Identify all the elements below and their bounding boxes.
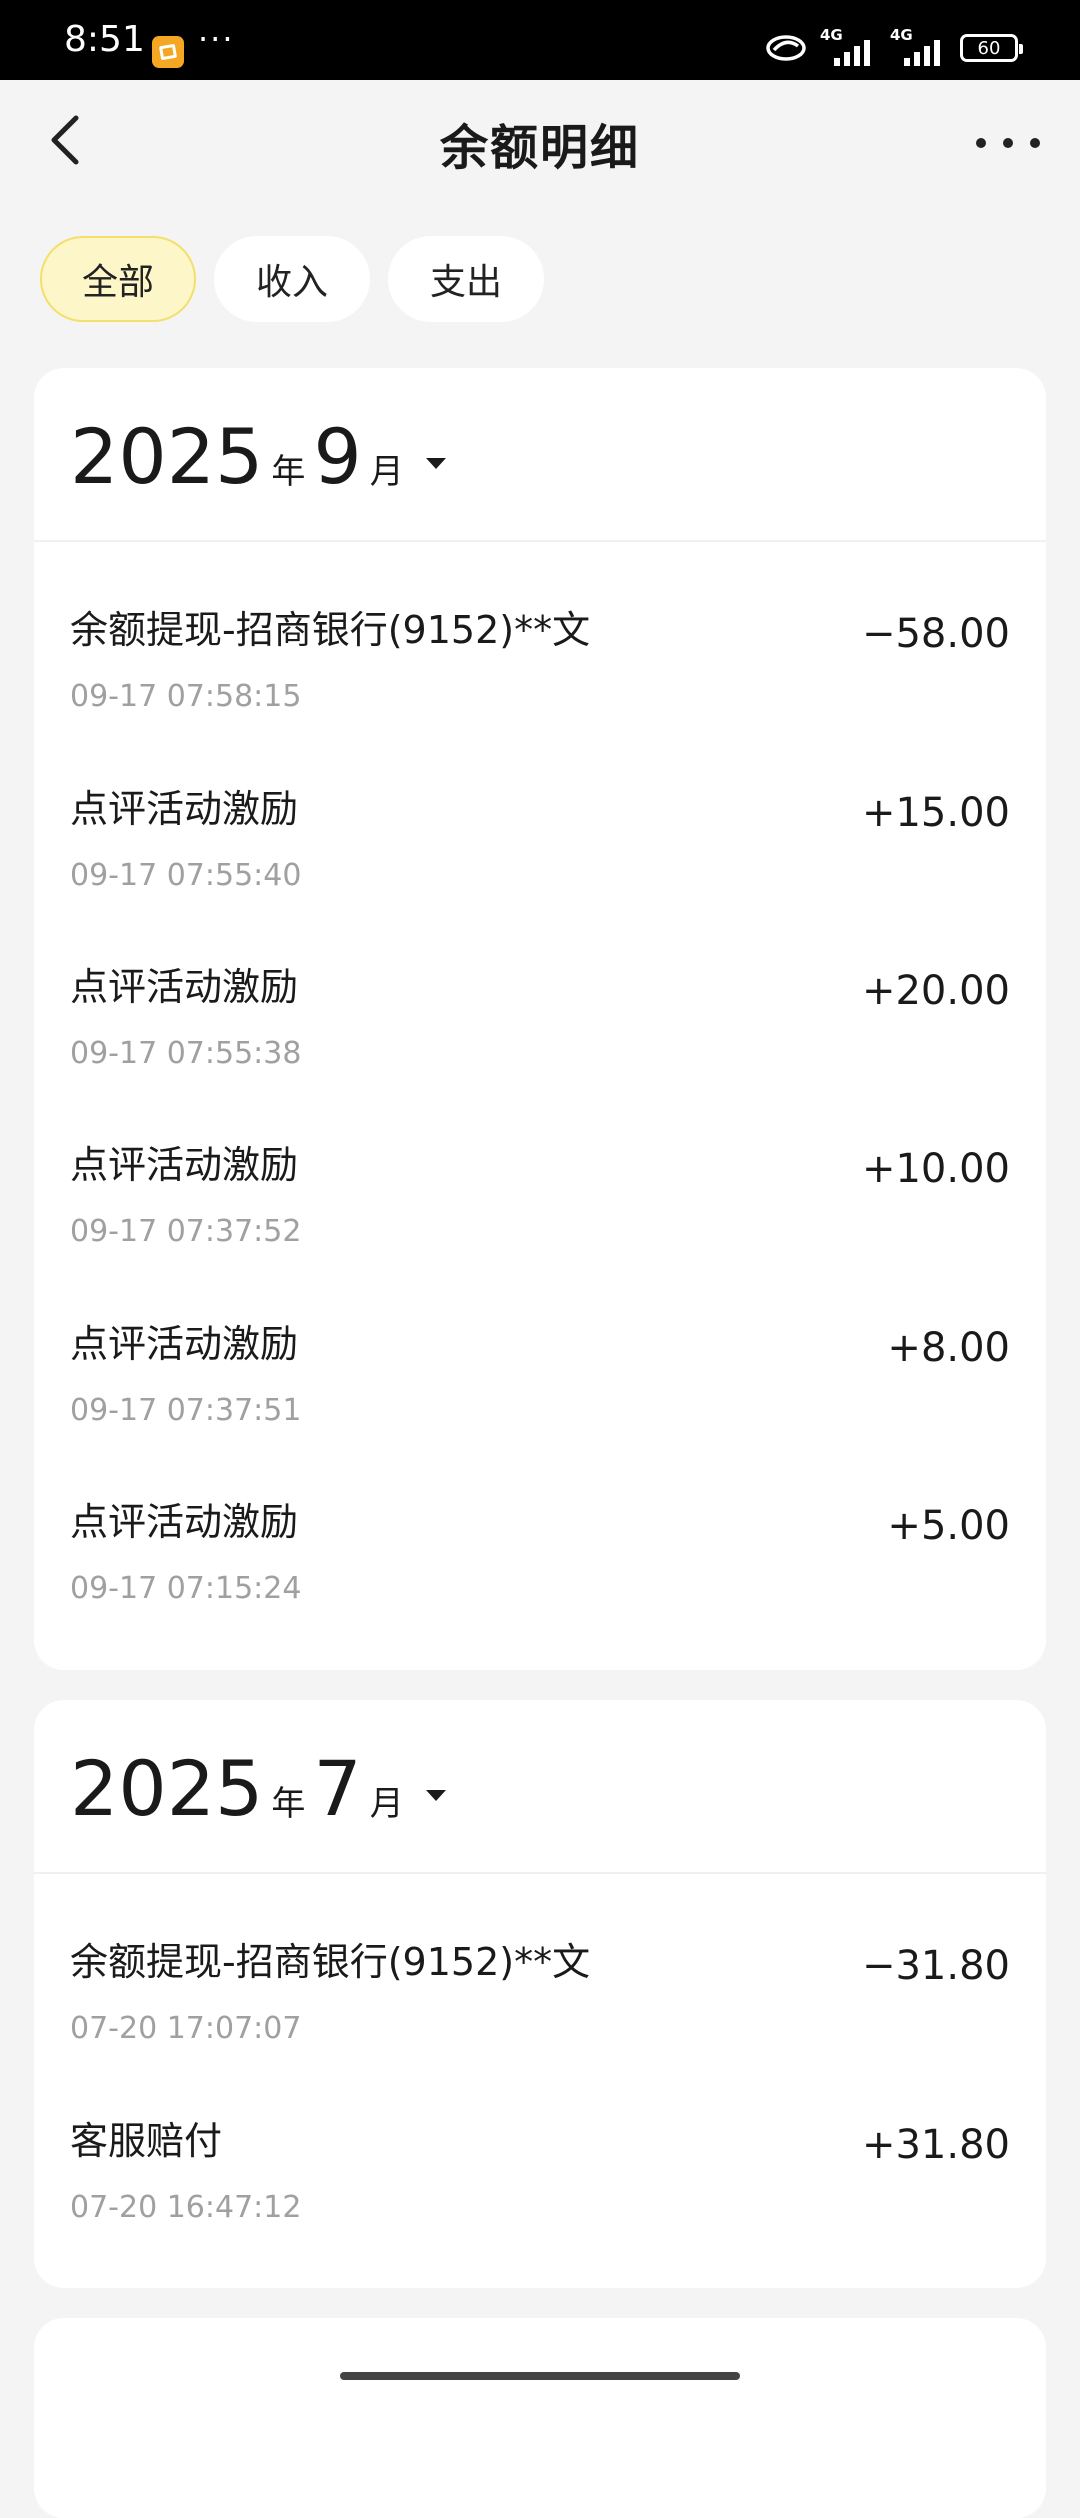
divider: [34, 540, 1046, 542]
month-card-july: 2025 年 7 月 余额提现-招商银行(9152)**文 07-20 17:0…: [34, 1700, 1046, 2288]
transaction-description: 点评活动激励: [70, 1322, 299, 1366]
transaction-time: 09-17 07:58:15: [70, 679, 302, 714]
caret-down-icon: [425, 1790, 446, 1801]
transaction-amount: +10.00: [861, 1146, 1010, 1192]
month-selector[interactable]: 2025 年 9 月: [70, 412, 446, 502]
transaction-amount: +31.80: [861, 2122, 1010, 2168]
transaction-description: 点评活动激励: [70, 787, 299, 831]
transaction-time: 07-20 17:07:07: [70, 2011, 302, 2046]
month-number: 9: [313, 412, 362, 501]
month-unit: 月: [369, 1784, 404, 1824]
transaction-time: 09-17 07:37:52: [70, 1214, 302, 1249]
more-dot-icon: [1003, 138, 1013, 148]
month-selector[interactable]: 2025 年 7 月: [70, 1744, 446, 1834]
notification-app-icon: [152, 36, 184, 68]
more-dot-icon: [1030, 138, 1040, 148]
transaction-time: 07-20 16:47:12: [70, 2190, 302, 2225]
transaction-row[interactable]: 点评活动激励 09-17 07:37:52 +10.00: [70, 1140, 1010, 1290]
month-unit: 月: [369, 452, 404, 492]
month-year: 2025: [70, 412, 264, 501]
transaction-description: 点评活动激励: [70, 965, 299, 1009]
year-unit: 年: [271, 1784, 306, 1824]
more-options-button[interactable]: [976, 128, 1040, 158]
transaction-amount: −58.00: [861, 611, 1010, 657]
hotspot-link-icon: [766, 35, 806, 61]
transaction-row[interactable]: 余额提现-招商银行(9152)**文 09-17 07:58:15 −58.00: [70, 605, 1010, 755]
transaction-row[interactable]: 点评活动激励 09-17 07:55:38 +20.00: [70, 962, 1010, 1112]
transaction-row[interactable]: 余额提现-招商银行(9152)**文 07-20 17:07:07 −31.80: [70, 1937, 1010, 2087]
transaction-description: 客服赔付: [70, 2119, 223, 2163]
transaction-row[interactable]: 点评活动激励 09-17 07:37:51 +8.00: [70, 1319, 1010, 1469]
month-card-september: 2025 年 9 月 余额提现-招商银行(9152)**文 09-17 07:5…: [34, 368, 1046, 1670]
transaction-time: 09-17 07:37:51: [70, 1393, 302, 1428]
transaction-amount: +8.00: [887, 1325, 1010, 1371]
month-card-partial: [34, 2318, 1046, 2518]
battery-icon: 60: [960, 34, 1023, 62]
transaction-amount: −31.80: [861, 1943, 1010, 1989]
signal-2-icon: 4G: [890, 26, 948, 68]
navigation-header: 余额明细: [0, 80, 1080, 210]
status-icons: 4G 4G 60: [764, 26, 1023, 68]
year-unit: 年: [271, 452, 306, 492]
transaction-time: 09-17 07:15:24: [70, 1571, 302, 1606]
signal-1-icon: 4G: [820, 26, 878, 68]
transaction-description: 余额提现-招商银行(9152)**文: [70, 608, 591, 652]
month-number: 7: [313, 1744, 362, 1833]
home-indicator[interactable]: [340, 2372, 740, 2380]
more-dot-icon: [976, 138, 986, 148]
transaction-time: 09-17 07:55:40: [70, 858, 302, 893]
more-notifications-icon: ···: [198, 20, 235, 58]
tab-expense[interactable]: 支出: [388, 236, 544, 322]
divider: [34, 1872, 1046, 1874]
filter-tabs: 全部 收入 支出: [40, 236, 544, 322]
transaction-description: 点评活动激励: [70, 1143, 299, 1187]
transaction-amount: +20.00: [861, 968, 1010, 1014]
transaction-amount: +15.00: [861, 790, 1010, 836]
transaction-row[interactable]: 点评活动激励 09-17 07:55:40 +15.00: [70, 784, 1010, 934]
status-bar: 8:51 ··· 4G 4G 60: [0, 0, 1080, 80]
tab-all[interactable]: 全部: [40, 236, 196, 322]
caret-down-icon: [425, 458, 446, 469]
transaction-row[interactable]: 客服赔付 07-20 16:47:12 +31.80: [70, 2116, 1010, 2266]
status-time: 8:51: [64, 19, 145, 60]
transaction-time: 09-17 07:55:38: [70, 1036, 302, 1071]
transaction-description: 点评活动激励: [70, 1500, 299, 1544]
tab-income[interactable]: 收入: [214, 236, 370, 322]
transaction-description: 余额提现-招商银行(9152)**文: [70, 1940, 591, 1984]
transaction-row[interactable]: 点评活动激励 09-17 07:15:24 +5.00: [70, 1497, 1010, 1647]
month-year: 2025: [70, 1744, 264, 1833]
page-title: 余额明细: [439, 120, 640, 176]
transaction-amount: +5.00: [887, 1503, 1010, 1549]
